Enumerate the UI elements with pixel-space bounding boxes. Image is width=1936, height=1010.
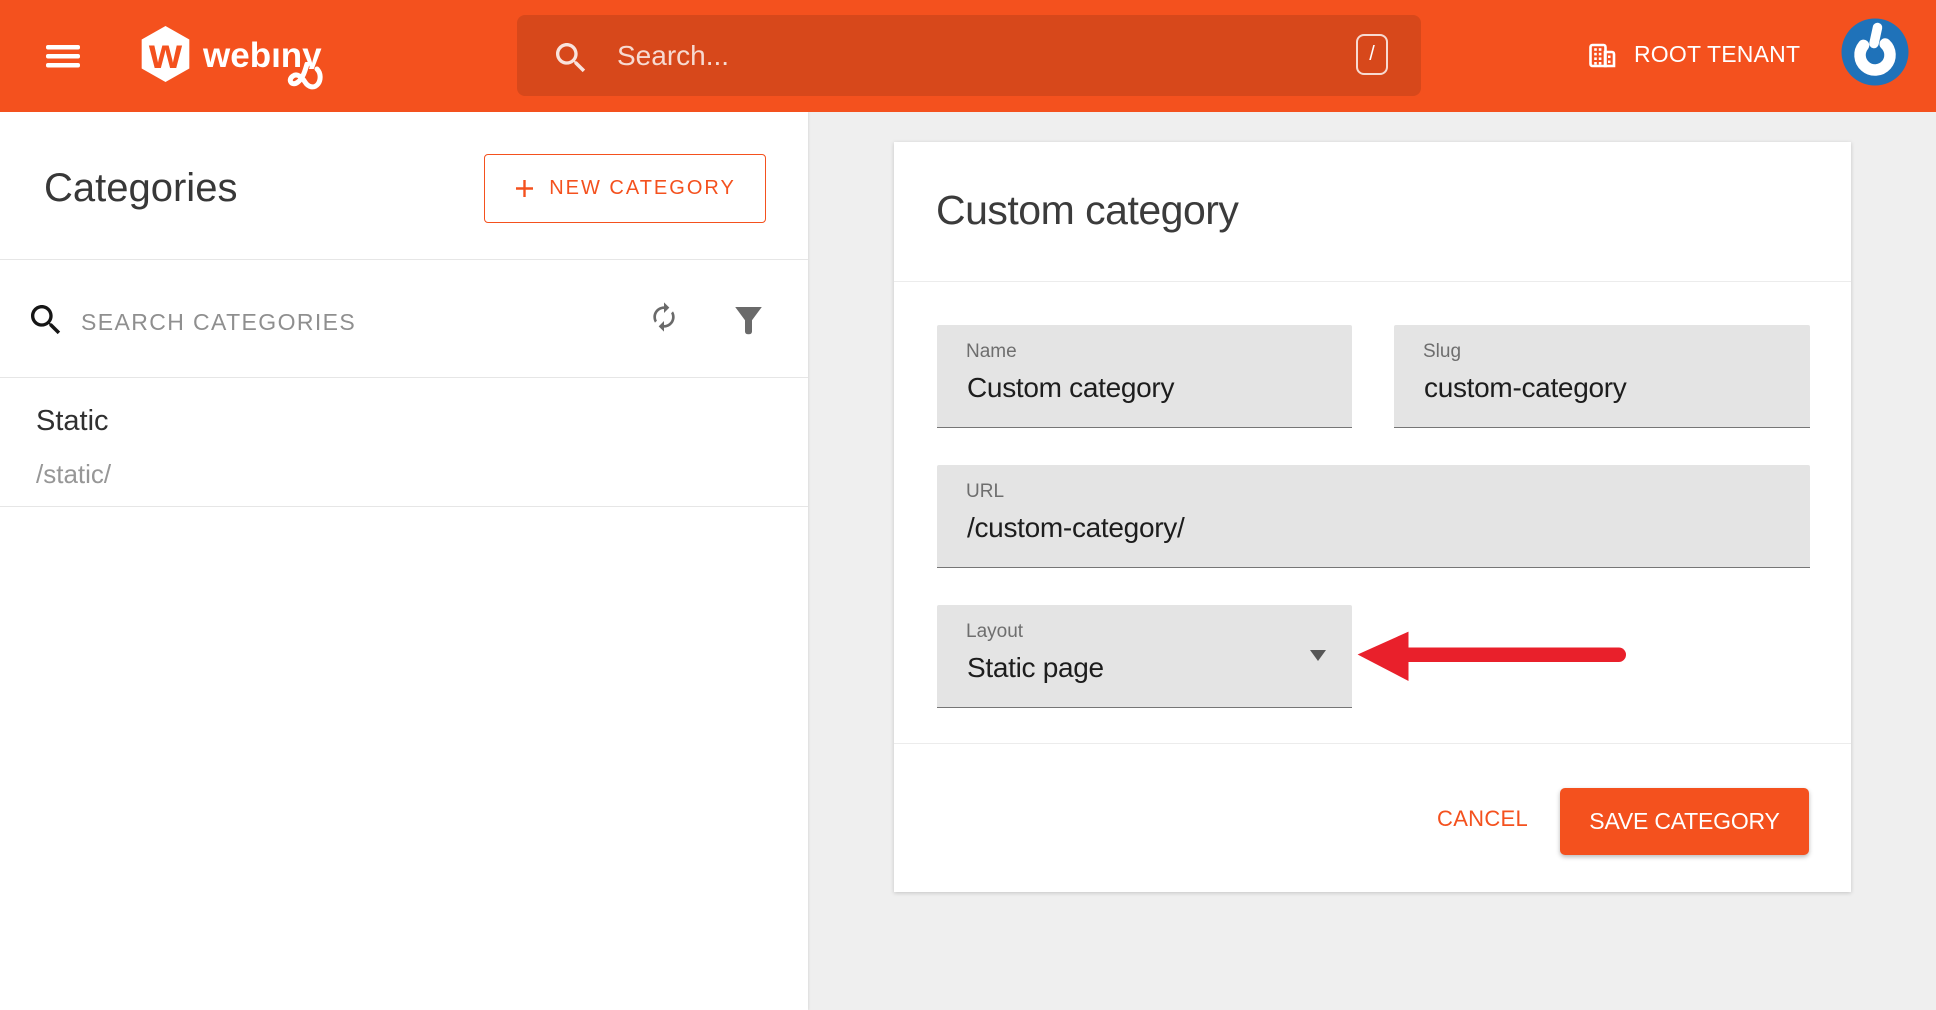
svg-text:w: w: [148, 30, 183, 77]
